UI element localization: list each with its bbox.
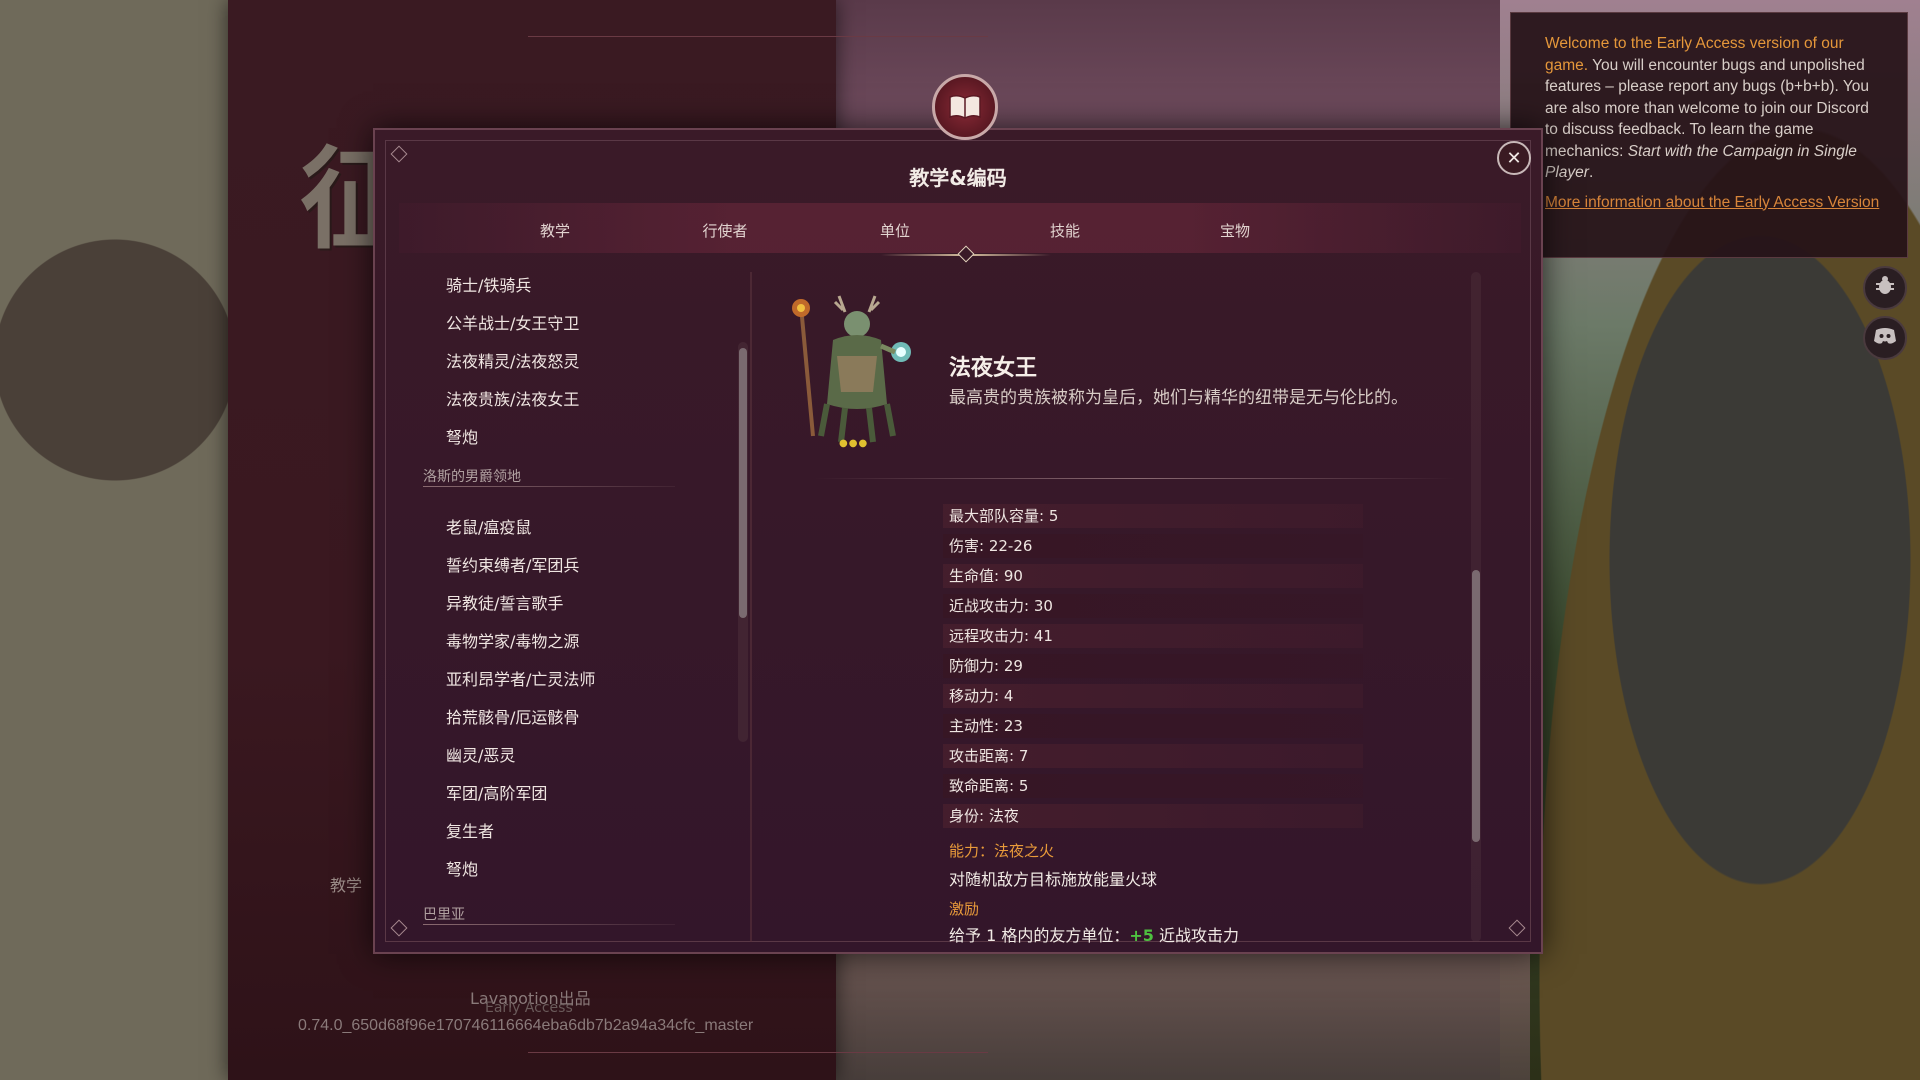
- unit-list: 骑士/铁骑兵 公羊战士/女王守卫 法夜精灵/法夜怒灵 法夜贵族/法夜女王 弩炮 …: [415, 272, 675, 942]
- book-icon: [932, 74, 998, 140]
- inspire-suffix: 近战攻击力: [1153, 926, 1239, 945]
- panel-divider: [750, 272, 752, 942]
- group-title: 洛斯的男爵领地: [423, 469, 521, 485]
- list-item[interactable]: 誓约束缚者/军团兵: [446, 552, 579, 576]
- group-divider: [423, 486, 675, 487]
- list-item[interactable]: 法夜贵族/法夜女王: [446, 386, 579, 410]
- frame-corner: [1508, 919, 1526, 937]
- list-item[interactable]: 公羊战士/女王守卫: [446, 310, 579, 334]
- inspire-bonus: +5: [1129, 926, 1154, 945]
- list-item[interactable]: 老鼠/瘟疫鼠: [446, 514, 531, 538]
- list-item[interactable]: 复生者: [446, 818, 494, 842]
- stat-row: 最大部队容量: 5: [943, 504, 1363, 528]
- detail-scroll-thumb[interactable]: [1472, 570, 1480, 842]
- list-item[interactable]: 弩炮: [446, 424, 478, 448]
- list-item[interactable]: 法夜精灵/法夜怒灵: [446, 348, 579, 372]
- tab-tutorial[interactable]: 教学: [540, 220, 570, 241]
- tab-wielders[interactable]: 行使者: [702, 220, 747, 241]
- detail-separator: [815, 478, 1455, 479]
- tutorial-codex-modal: 教学&编码 ✕ 教学 行使者 单位 技能 宝物 骑士/铁骑兵 公羊战士/女王守卫…: [373, 74, 1543, 954]
- unit-description: 最高贵的贵族被称为皇后，她们与精华的纽带是无与伦比的。: [949, 388, 1408, 408]
- background-scenery-left: [0, 0, 230, 1080]
- version-string: 0.74.0_650d68f96e170746116664eba6db7b2a9…: [298, 1017, 754, 1034]
- unit-tier-stars: ●●●: [839, 438, 869, 449]
- ability-title: 能力：法夜之火: [949, 842, 1055, 860]
- close-icon: ✕: [1506, 147, 1522, 169]
- list-item[interactable]: 弩炮: [446, 856, 478, 880]
- ability-description: 对随机敌方目标施放能量火球: [949, 870, 1158, 889]
- bug-report-button[interactable]: [1863, 266, 1907, 310]
- group-title: 巴里亚: [423, 907, 465, 923]
- frame-corner: [390, 919, 408, 937]
- list-item[interactable]: 亚利昂学者/亡灵法师: [446, 666, 595, 690]
- background-lake: [830, 950, 1530, 1080]
- stat-row: 防御力: 29: [943, 654, 1363, 678]
- tab-skills[interactable]: 技能: [1050, 220, 1080, 241]
- list-item[interactable]: 拾荒骸骨/厄运骸骨: [446, 704, 579, 728]
- early-access-notice: Welcome to the Early Access version of o…: [1510, 12, 1908, 258]
- list-item[interactable]: 军团/高阶军团: [446, 780, 547, 804]
- stat-row: 移动力: 4: [943, 684, 1363, 708]
- menu-divider: [528, 1052, 988, 1053]
- tab-bar: 教学 行使者 单位 技能 宝物: [399, 203, 1521, 253]
- inspire-prefix: 给予 1 格内的友方单位：: [949, 926, 1130, 945]
- modal-title: 教学&编码: [909, 166, 1007, 190]
- unit-portrait: ●●●: [779, 286, 929, 458]
- list-item[interactable]: 毒物学家/毒物之源: [446, 628, 579, 652]
- stat-row: 远程攻击力: 41: [943, 624, 1363, 648]
- inspire-description: 给予 1 格内的友方单位：+5 近战攻击力: [949, 922, 1239, 946]
- group-divider: [423, 924, 675, 925]
- stat-row: 主动性: 23: [943, 714, 1363, 738]
- stat-row: 身份: 法夜: [943, 804, 1363, 828]
- discord-button[interactable]: [1863, 316, 1907, 360]
- tab-units[interactable]: 单位: [880, 220, 910, 241]
- notice-end: .: [1588, 164, 1594, 181]
- list-item[interactable]: 骑士/铁骑兵: [446, 272, 531, 296]
- frame-corner: [390, 145, 408, 163]
- early-access-info-link[interactable]: More information about the Early Access …: [1545, 192, 1881, 214]
- stat-row: 致命距离: 5: [943, 774, 1363, 798]
- menu-item-tutorial[interactable]: 教学: [330, 872, 362, 896]
- early-access-label: Early Access: [485, 1000, 573, 1016]
- list-item[interactable]: 异教徒/誓言歌手: [446, 590, 563, 614]
- discord-icon: [1873, 326, 1897, 350]
- inspire-title: 激励: [949, 900, 980, 918]
- stat-row: 伤害: 22-26: [943, 534, 1363, 558]
- unit-list-scroll-thumb[interactable]: [739, 348, 747, 618]
- stat-row: 生命值: 90: [943, 564, 1363, 588]
- menu-divider: [528, 36, 988, 37]
- stat-row: 攻击距离: 7: [943, 744, 1363, 768]
- stat-row: 近战攻击力: 30: [943, 594, 1363, 618]
- tab-artifacts[interactable]: 宝物: [1220, 220, 1250, 241]
- close-button[interactable]: ✕: [1497, 141, 1531, 175]
- bug-icon: [1874, 275, 1896, 302]
- list-item[interactable]: 幽灵/恶灵: [446, 742, 515, 766]
- unit-name: 法夜女王: [949, 356, 1038, 381]
